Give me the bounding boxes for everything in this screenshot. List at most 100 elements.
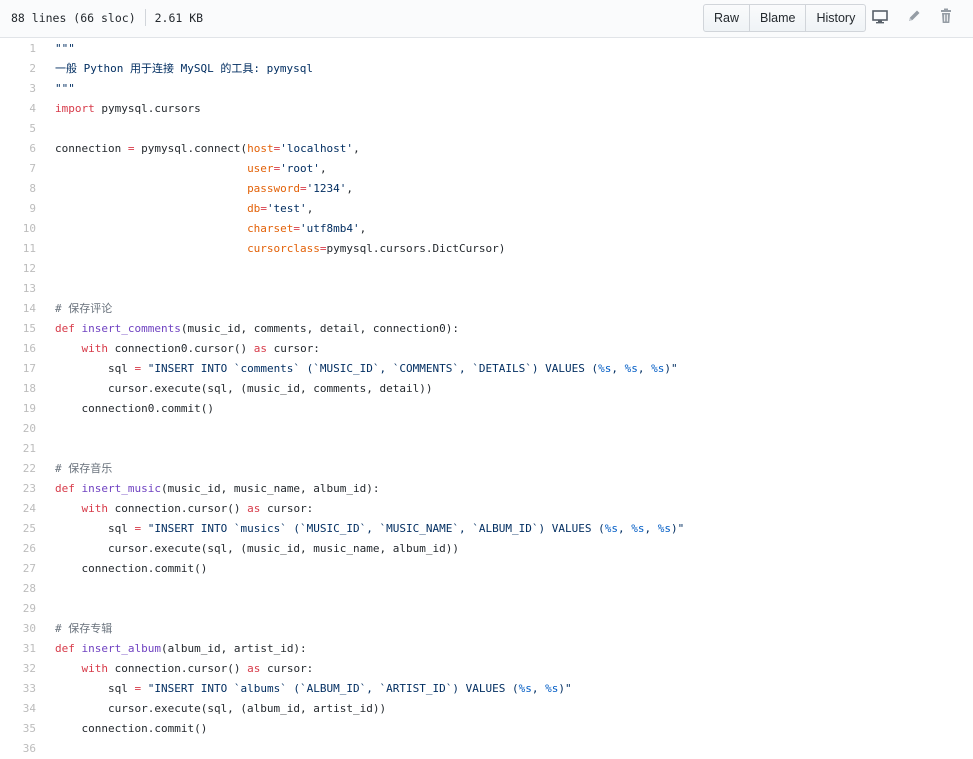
line-content: """ bbox=[36, 39, 75, 59]
code-token: cursor.execute(sql, (album_id, artist_id… bbox=[55, 702, 387, 715]
line-content: sql = "INSERT INTO `albums` (`ALBUM_ID`,… bbox=[36, 679, 572, 699]
file-info: 88 lines (66 sloc) 2.61 KB bbox=[11, 9, 203, 27]
divider bbox=[144, 9, 146, 26]
line-content: import pymysql.cursors bbox=[36, 99, 201, 119]
line-number[interactable]: 35 bbox=[0, 719, 36, 739]
line-number[interactable]: 8 bbox=[0, 179, 36, 199]
line-number[interactable]: 9 bbox=[0, 199, 36, 219]
line-number[interactable]: 20 bbox=[0, 419, 36, 439]
code-token: # 保存专辑 bbox=[55, 622, 113, 635]
blame-button[interactable]: Blame bbox=[750, 5, 807, 31]
line-content: cursor.execute(sql, (album_id, artist_id… bbox=[36, 699, 386, 719]
code-token: def bbox=[55, 322, 75, 335]
code-token: 'root' bbox=[280, 162, 320, 175]
code-token: = bbox=[260, 202, 267, 215]
line-content bbox=[36, 419, 55, 439]
line-number[interactable]: 12 bbox=[0, 259, 36, 279]
line-number[interactable]: 26 bbox=[0, 539, 36, 559]
line-number[interactable]: 4 bbox=[0, 99, 36, 119]
code-token: , bbox=[353, 142, 360, 155]
line-number[interactable]: 10 bbox=[0, 219, 36, 239]
code-token: )" bbox=[558, 682, 572, 695]
line-number[interactable]: 5 bbox=[0, 119, 36, 139]
line-content bbox=[36, 439, 55, 459]
line-number[interactable]: 22 bbox=[0, 459, 36, 479]
code-line: 27 connection.commit() bbox=[0, 559, 973, 579]
line-number[interactable]: 32 bbox=[0, 659, 36, 679]
code-token: 'localhost' bbox=[280, 142, 354, 155]
code-token: # 保存音乐 bbox=[55, 462, 113, 475]
line-number[interactable]: 29 bbox=[0, 599, 36, 619]
code-token: %s bbox=[624, 362, 638, 375]
code-token: insert_comments bbox=[81, 322, 181, 335]
line-number[interactable]: 2 bbox=[0, 59, 36, 79]
code-token: # 保存评论 bbox=[55, 302, 113, 315]
line-number[interactable]: 1 bbox=[0, 39, 36, 59]
code-line: 12 bbox=[0, 259, 973, 279]
code-line: 4 import pymysql.cursors bbox=[0, 99, 973, 119]
line-number[interactable]: 23 bbox=[0, 479, 36, 499]
line-number[interactable]: 34 bbox=[0, 699, 36, 719]
line-number[interactable]: 27 bbox=[0, 559, 36, 579]
line-number[interactable]: 36 bbox=[0, 739, 36, 759]
line-number[interactable]: 24 bbox=[0, 499, 36, 519]
code-token: %s bbox=[651, 362, 665, 375]
line-number[interactable]: 21 bbox=[0, 439, 36, 459]
line-number[interactable]: 30 bbox=[0, 619, 36, 639]
code-line: 15 def insert_comments(music_id, comments… bbox=[0, 319, 973, 339]
line-number[interactable]: 18 bbox=[0, 379, 36, 399]
code-token: , bbox=[611, 362, 625, 375]
code-line: 22 # 保存音乐 bbox=[0, 459, 973, 479]
line-number[interactable]: 11 bbox=[0, 239, 36, 259]
line-number[interactable]: 31 bbox=[0, 639, 36, 659]
code-line: 1 """ bbox=[0, 39, 973, 59]
code-token: "INSERT INTO `albums` (`ALBUM_ID`, `ARTI… bbox=[147, 682, 519, 695]
code-line: 18 cursor.execute(sql, (music_id, commen… bbox=[0, 379, 973, 399]
code-token: cursor.execute(sql, (music_id, music_nam… bbox=[55, 542, 459, 555]
line-number[interactable]: 14 bbox=[0, 299, 36, 319]
line-content bbox=[36, 279, 55, 299]
desktop-icon[interactable] bbox=[870, 6, 890, 26]
code-token: (music_id, music_name, album_id): bbox=[160, 482, 380, 495]
line-number[interactable]: 15 bbox=[0, 319, 36, 339]
code-token: password bbox=[247, 182, 301, 195]
line-content: user='root', bbox=[36, 159, 327, 179]
code-line: 24 with connection.cursor() as cursor: bbox=[0, 499, 973, 519]
line-content bbox=[36, 739, 55, 759]
raw-button[interactable]: Raw bbox=[704, 5, 751, 31]
line-number[interactable]: 17 bbox=[0, 359, 36, 379]
line-number[interactable]: 25 bbox=[0, 519, 36, 539]
history-button[interactable]: History bbox=[806, 5, 865, 31]
line-number[interactable]: 28 bbox=[0, 579, 36, 599]
file-actions-button-group: Raw Blame History bbox=[703, 4, 867, 32]
pencil-icon[interactable] bbox=[904, 6, 924, 26]
code-line: 7 user='root', bbox=[0, 159, 973, 179]
line-number[interactable]: 3 bbox=[0, 79, 36, 99]
line-content: sql = "INSERT INTO `comments` (`MUSIC_ID… bbox=[36, 359, 678, 379]
code-token: 'test' bbox=[266, 202, 307, 215]
line-content: # 保存专辑 bbox=[36, 619, 112, 639]
line-content: with connection.cursor() as cursor: bbox=[36, 499, 314, 519]
line-number[interactable]: 33 bbox=[0, 679, 36, 699]
line-number[interactable]: 13 bbox=[0, 279, 36, 299]
line-number[interactable]: 16 bbox=[0, 339, 36, 359]
code-token: %s bbox=[545, 682, 559, 695]
line-number[interactable]: 6 bbox=[0, 139, 36, 159]
code-token: pymysql.cursors bbox=[94, 102, 201, 115]
line-content: connection = pymysql.connect(host='local… bbox=[36, 139, 360, 159]
code-token: cursor: bbox=[266, 342, 320, 355]
code-line: 26 cursor.execute(sql, (music_id, music_… bbox=[0, 539, 973, 559]
line-content: with connection0.cursor() as cursor: bbox=[36, 339, 320, 359]
line-number[interactable]: 19 bbox=[0, 399, 36, 419]
code-token: %s bbox=[631, 522, 645, 535]
code-token: )" bbox=[670, 522, 685, 535]
line-number[interactable]: 7 bbox=[0, 159, 36, 179]
trash-icon[interactable] bbox=[936, 6, 956, 26]
line-content: # 保存评论 bbox=[36, 299, 112, 319]
